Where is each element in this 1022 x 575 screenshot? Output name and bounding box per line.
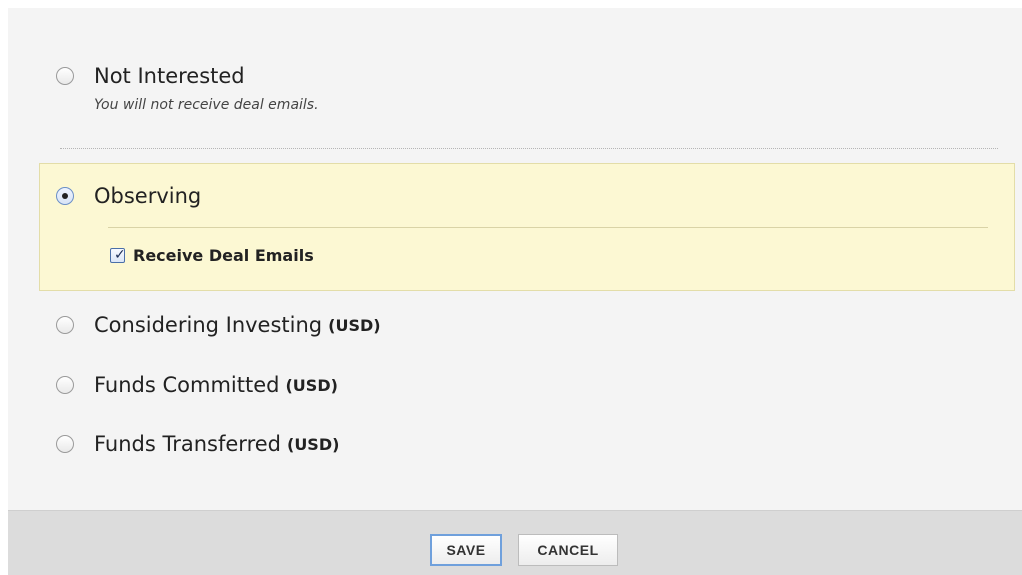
save-button[interactable]: SAVE [430, 534, 502, 566]
receive-deal-emails-row[interactable]: ✓ Receive Deal Emails [110, 246, 314, 265]
radio-observing[interactable] [56, 187, 74, 205]
option-funds-committed-currency: (USD) [285, 375, 338, 395]
dialog-footer: SAVE CANCEL [8, 510, 1022, 575]
cancel-button[interactable]: CANCEL [518, 534, 618, 566]
section-divider [60, 148, 998, 149]
option-funds-transferred-currency: (USD) [287, 434, 340, 454]
interest-dialog: Not Interested You will not receive deal… [8, 0, 1022, 575]
option-not-interested-description: You will not receive deal emails. [94, 97, 319, 113]
option-not-interested[interactable]: Not Interested [56, 64, 245, 88]
option-funds-committed-label: Funds Committed [94, 373, 280, 397]
option-funds-transferred-label: Funds Transferred [94, 432, 281, 456]
option-considering-investing-label: Considering Investing [94, 313, 323, 337]
radio-considering-investing[interactable] [56, 316, 74, 334]
observing-panel: Observing ✓ Receive Deal Emails [39, 163, 1015, 291]
receive-deal-emails-checkbox[interactable]: ✓ [110, 247, 126, 263]
radio-selected-dot [62, 193, 68, 199]
radio-not-interested[interactable] [56, 67, 74, 85]
option-funds-committed[interactable]: Funds Committed (USD) [56, 373, 338, 397]
observing-divider [108, 227, 988, 228]
radio-funds-transferred[interactable] [56, 435, 74, 453]
check-icon: ✓ [114, 247, 126, 263]
radio-funds-committed[interactable] [56, 376, 74, 394]
option-considering-investing-currency: (USD) [328, 315, 381, 335]
option-observing-label: Observing [94, 184, 202, 208]
option-not-interested-label: Not Interested [94, 64, 245, 88]
receive-deal-emails-label: Receive Deal Emails [133, 246, 314, 265]
option-funds-transferred[interactable]: Funds Transferred (USD) [56, 432, 339, 456]
top-strip [8, 0, 1022, 8]
option-observing[interactable]: Observing [56, 184, 201, 208]
option-considering-investing[interactable]: Considering Investing (USD) [56, 313, 381, 337]
